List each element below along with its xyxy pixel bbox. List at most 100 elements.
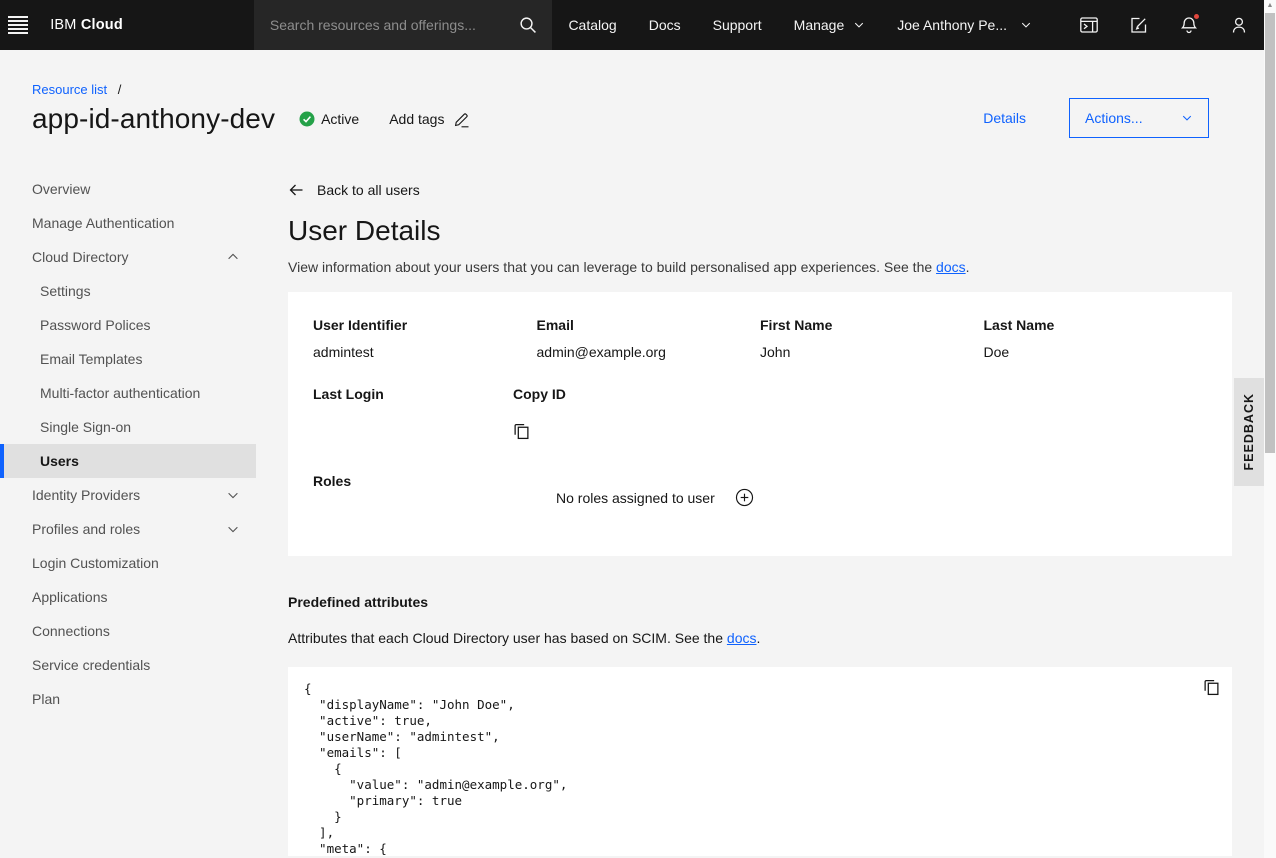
resource-page-header: Resource list / app-id-anthony-dev Activ… xyxy=(0,50,1264,172)
sidebar-item-label: Single Sign-on xyxy=(40,419,131,435)
predefined-attributes-description: Attributes that each Cloud Directory use… xyxy=(288,630,1232,646)
scrollbar-thumb[interactable] xyxy=(1265,13,1275,453)
chevron-down-icon xyxy=(853,19,865,31)
status-label: Active xyxy=(321,111,359,127)
chevron-up-icon xyxy=(226,250,240,264)
details-link[interactable]: Details xyxy=(983,110,1026,126)
predefined-attributes-heading: Predefined attributes xyxy=(288,594,1232,610)
header-link-support[interactable]: Support xyxy=(697,0,778,50)
breadcrumb-separator: / xyxy=(118,82,122,97)
field-label: Email xyxy=(537,317,761,333)
field-last-name: Last NameDoe xyxy=(984,317,1208,360)
page-scrollbar[interactable]: ▲ xyxy=(1264,0,1276,858)
scim-json-code: { "displayName": "John Doe", "active": t… xyxy=(304,681,1216,856)
sidebar-item-plan[interactable]: Plan xyxy=(0,682,256,716)
account-label: Joe Anthony Pe... xyxy=(897,0,1007,50)
scrollbar-up-arrow[interactable]: ▲ xyxy=(1264,2,1276,9)
feedback-tab[interactable]: FEEDBACK xyxy=(1234,378,1264,486)
add-tags-button[interactable]: Add tags xyxy=(389,111,470,128)
breadcrumb-resource-list-link[interactable]: Resource list xyxy=(32,82,107,97)
field-label: First Name xyxy=(760,317,984,333)
field-value: admintest xyxy=(313,344,537,360)
sidebar-item-label: Applications xyxy=(32,589,108,605)
sidebar-item-label: Multi-factor authentication xyxy=(40,385,200,401)
global-search xyxy=(254,0,553,50)
user-avatar-icon[interactable] xyxy=(1214,0,1264,50)
predefined-desc-period: . xyxy=(756,630,760,646)
sidebar-item-label: Overview xyxy=(32,181,90,197)
notification-badge xyxy=(1193,13,1200,20)
brand-ibm: IBM xyxy=(50,17,76,33)
header-link-catalog[interactable]: Catalog xyxy=(552,0,632,50)
chevron-down-icon xyxy=(226,488,240,502)
sidebar-item-label: Settings xyxy=(40,283,91,299)
sidebar-item-identity-providers[interactable]: Identity Providers xyxy=(0,478,256,512)
sidebar-item-login-customization[interactable]: Login Customization xyxy=(0,546,256,580)
sidebar-item-email-templates[interactable]: Email Templates xyxy=(0,342,256,376)
description-period: . xyxy=(966,259,970,275)
user-details-card: User Identifier admintestEmail admin@examp… xyxy=(288,292,1232,556)
sidebar-item-label: Manage Authentication xyxy=(32,215,174,231)
field-value: Doe xyxy=(984,344,1208,360)
search-icon[interactable] xyxy=(504,0,552,50)
menu-icon[interactable] xyxy=(0,0,36,50)
sidebar-item-label: Identity Providers xyxy=(32,487,140,503)
page-title: User Details xyxy=(288,214,1232,248)
chevron-down-icon xyxy=(226,522,240,536)
field-label: User Identifier xyxy=(313,317,537,333)
sidebar-item-profiles-and-roles[interactable]: Profiles and roles xyxy=(0,512,256,546)
ibm-cloud-logo[interactable]: IBM Cloud xyxy=(50,17,123,33)
actions-dropdown[interactable]: Actions... xyxy=(1069,98,1209,138)
header-link-docs[interactable]: Docs xyxy=(633,0,697,50)
sidebar-item-single-sign-on[interactable]: Single Sign-on xyxy=(0,410,256,444)
edit-pencil-icon xyxy=(453,111,470,128)
sidebar-item-password-polices[interactable]: Password Polices xyxy=(0,308,256,342)
account-menu[interactable]: Joe Anthony Pe... xyxy=(881,0,1048,50)
sidebar-item-settings[interactable]: Settings xyxy=(0,274,256,308)
field-first-name: First Name John xyxy=(760,317,984,360)
sidebar-item-overview[interactable]: Overview xyxy=(0,172,256,206)
copy-id-icon[interactable] xyxy=(513,423,530,440)
manage-menu[interactable]: Manage xyxy=(778,0,882,50)
sidebar-item-manage-authentication[interactable]: Manage Authentication xyxy=(0,206,256,240)
sidebar-item-label: Profiles and roles xyxy=(32,521,140,537)
resource-title: app-id-anthony-dev xyxy=(32,103,275,135)
sidebar-item-label: Users xyxy=(40,453,79,469)
copy-code-icon[interactable] xyxy=(1203,679,1220,696)
sidebar-item-connections[interactable]: Connections xyxy=(0,614,256,648)
field-value: John xyxy=(760,344,984,360)
sidebar-item-label: Password Polices xyxy=(40,317,151,333)
sidebar-item-users[interactable]: Users xyxy=(0,444,256,478)
service-sidebar-nav: Overview Manage Authentication Cloud Direc… xyxy=(0,172,256,716)
breadcrumb: Resource list / xyxy=(32,50,1264,97)
cloud-shell-icon[interactable] xyxy=(1064,0,1114,50)
roles-label: Roles xyxy=(313,473,556,489)
notifications-bell-icon[interactable] xyxy=(1164,0,1214,50)
sidebar-item-label: Service credentials xyxy=(32,657,150,673)
add-tags-label: Add tags xyxy=(389,111,444,127)
actions-label: Actions... xyxy=(1085,110,1143,126)
add-role-icon[interactable] xyxy=(735,488,754,507)
sidebar-item-cloud-directory[interactable]: Cloud Directory xyxy=(0,240,256,274)
sidebar-item-label: Connections xyxy=(32,623,110,639)
back-to-all-users-link[interactable]: Back to all users xyxy=(288,180,1232,200)
field-email: Email admin@example.org xyxy=(537,317,761,360)
sidebar-item-label: Login Customization xyxy=(32,555,159,571)
brand-cloud: Cloud xyxy=(81,17,123,33)
last-login-label: Last Login xyxy=(313,386,513,402)
sidebar-item-applications[interactable]: Applications xyxy=(0,580,256,614)
predefined-desc-text: Attributes that each Cloud Directory use… xyxy=(288,630,727,646)
active-check-icon xyxy=(299,111,315,127)
top-header: IBM Cloud CatalogDocsSupport Manage Joe … xyxy=(0,0,1264,50)
field-value: admin@example.org xyxy=(537,344,761,360)
sidebar-item-label: Email Templates xyxy=(40,351,142,367)
sidebar-item-service-credentials[interactable]: Service credentials xyxy=(0,648,256,682)
sidebar-item-multi-factor-authentication[interactable]: Multi-factor authentication xyxy=(0,376,256,410)
edit-square-icon[interactable] xyxy=(1114,0,1164,50)
docs-link[interactable]: docs xyxy=(936,259,966,275)
scim-docs-link[interactable]: docs xyxy=(727,630,757,646)
scim-json-codeblock: { "displayName": "John Doe", "active": t… xyxy=(288,667,1232,856)
search-input[interactable] xyxy=(254,17,505,33)
header-nav: CatalogDocsSupport xyxy=(552,0,777,50)
description-text: View information about your users that y… xyxy=(288,259,936,275)
